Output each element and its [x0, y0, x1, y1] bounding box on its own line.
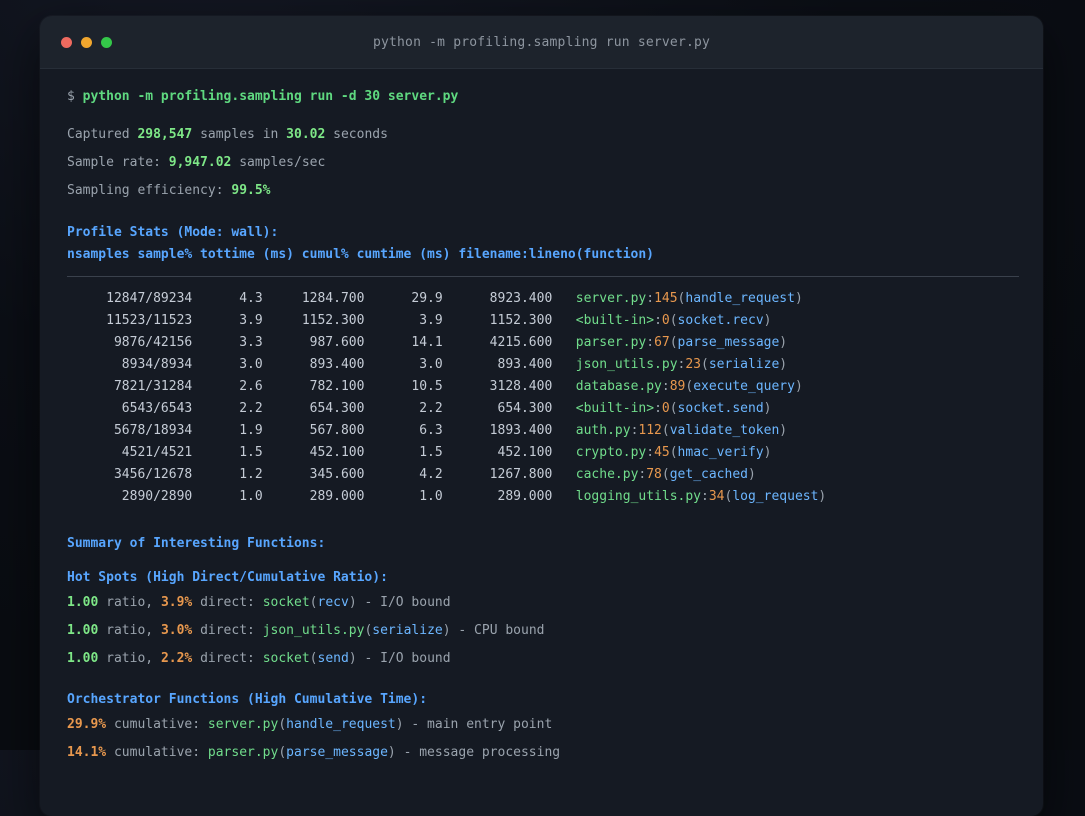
orchestrator-title-section: Orchestrator Functions (High Cumulative …: [67, 689, 1019, 711]
table-divider: [67, 276, 1019, 277]
orchestrator-section: 29.9% cumulative: server.py(handle_reque…: [67, 711, 1019, 767]
terminal-line: 12847/89234 4.3 1284.700 29.9 8923.400 s…: [67, 291, 803, 306]
terminal-line: nsamples sample% tottime (ms) cumul% cum…: [67, 247, 654, 262]
terminal-line: 1.00 ratio, 2.2% direct: socket(send) - …: [67, 651, 451, 666]
hot-spots-section: 1.00 ratio, 3.9% direct: socket(recv) - …: [67, 589, 1019, 673]
terminal-line: 8934/8934 3.0 893.400 3.0 893.400 json_u…: [67, 357, 788, 372]
terminal-line: Orchestrator Functions (High Cumulative …: [67, 692, 428, 707]
terminal-line: Hot Spots (High Direct/Cumulative Ratio)…: [67, 570, 388, 585]
title-bar: python -m profiling.sampling run server.…: [40, 16, 1043, 69]
close-button[interactable]: [61, 36, 72, 48]
terminal-line: 14.1% cumulative: parser.py(parse_messag…: [67, 745, 561, 760]
terminal-line: Sampling efficiency: 99.5%: [67, 183, 271, 198]
terminal-line: 4521/4521 1.5 452.100 1.5 452.100 crypto…: [67, 445, 772, 460]
terminal-line: 1.00 ratio, 3.9% direct: socket(recv) - …: [67, 595, 451, 610]
window-controls: [61, 16, 112, 68]
terminal-line: Summary of Interesting Functions:: [67, 536, 326, 551]
terminal-line: 2890/2890 1.0 289.000 1.0 289.000 loggin…: [67, 489, 827, 504]
terminal-line: $ python -m profiling.sampling run -d 30…: [67, 89, 459, 104]
terminal-line: 11523/11523 3.9 1152.300 3.9 1152.300 <b…: [67, 313, 772, 328]
terminal-output: $ python -m profiling.sampling run -d 30…: [40, 69, 1043, 767]
summary-title-section: Summary of Interesting Functions:: [67, 533, 1019, 555]
terminal-line: Sample rate: 9,947.02 samples/sec: [67, 155, 326, 170]
maximize-button[interactable]: [101, 36, 112, 48]
terminal-line: 29.9% cumulative: server.py(handle_reque…: [67, 717, 553, 732]
terminal-window: python -m profiling.sampling run server.…: [40, 16, 1043, 816]
hot-spots-title-section: Hot Spots (High Direct/Cumulative Ratio)…: [67, 567, 1019, 589]
window-title: python -m profiling.sampling run server.…: [372, 34, 711, 50]
command-section: $ python -m profiling.sampling run -d 30…: [67, 83, 1019, 111]
terminal-line: 1.00 ratio, 3.0% direct: json_utils.py(s…: [67, 623, 545, 638]
terminal-line: 3456/12678 1.2 345.600 4.2 1267.800 cach…: [67, 467, 756, 482]
terminal-line: Captured 298,547 samples in 30.02 second…: [67, 127, 388, 142]
profile-stats-header: Profile Stats (Mode: wall): nsamples samp…: [67, 222, 1019, 266]
terminal-line: 7821/31284 2.6 782.100 10.5 3128.400 dat…: [67, 379, 803, 394]
terminal-line: 5678/18934 1.9 567.800 6.3 1893.400 auth…: [67, 423, 788, 438]
terminal-line: 6543/6543 2.2 654.300 2.2 654.300 <built…: [67, 401, 772, 416]
capture-stats-section: Captured 298,547 samples in 30.02 second…: [67, 121, 1019, 205]
profile-stats-table: 12847/89234 4.3 1284.700 29.9 8923.400 s…: [67, 288, 1019, 508]
minimize-button[interactable]: [81, 36, 92, 48]
terminal-line: Profile Stats (Mode: wall):: [67, 225, 279, 240]
terminal-line: 9876/42156 3.3 987.600 14.1 4215.600 par…: [67, 335, 788, 350]
